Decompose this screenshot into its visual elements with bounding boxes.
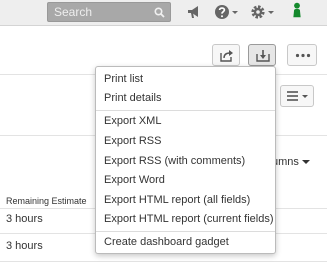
help-icon[interactable] bbox=[214, 3, 240, 21]
table-cell: 3 hours bbox=[6, 240, 43, 252]
help-menu[interactable] bbox=[214, 3, 240, 21]
search-input[interactable] bbox=[54, 5, 149, 19]
chevron-down-icon bbox=[301, 160, 310, 164]
column-header-remaining-estimate[interactable]: Remaining Estimate bbox=[6, 196, 87, 206]
megaphone-icon[interactable] bbox=[186, 4, 202, 20]
menu-item-export-html-current[interactable]: Export HTML report (current fields) bbox=[96, 210, 275, 228]
menu-item-print-details[interactable]: Print details bbox=[96, 89, 275, 107]
export-icon bbox=[256, 50, 270, 62]
menu-item-export-rss-comments[interactable]: Export RSS (with comments) bbox=[96, 152, 275, 170]
menu-separator bbox=[96, 110, 275, 111]
menu-item-export-word[interactable]: Export Word bbox=[96, 171, 275, 189]
menu-item-export-html-all[interactable]: Export HTML report (all fields) bbox=[96, 191, 275, 209]
share-button[interactable] bbox=[212, 44, 240, 66]
menu-separator bbox=[96, 231, 275, 232]
more-actions-button[interactable] bbox=[287, 44, 317, 66]
list-view-button[interactable] bbox=[280, 85, 314, 107]
menu-item-create-dashboard-gadget[interactable]: Create dashboard gadget bbox=[96, 233, 275, 251]
divider bbox=[0, 261, 327, 262]
menu-item-export-xml[interactable]: Export XML bbox=[96, 112, 275, 130]
search-icon[interactable] bbox=[154, 7, 165, 18]
menu-item-export-rss[interactable]: Export RSS bbox=[96, 132, 275, 150]
more-icon bbox=[295, 53, 311, 58]
search-box[interactable] bbox=[47, 2, 171, 22]
columns-dropdown[interactable]: umns bbox=[272, 156, 310, 168]
list-view-icon bbox=[287, 91, 308, 101]
table-cell: 3 hours bbox=[6, 213, 43, 225]
top-header-bar bbox=[0, 0, 327, 26]
user-avatar-icon[interactable] bbox=[289, 2, 305, 18]
settings-menu[interactable] bbox=[250, 3, 276, 21]
gear-icon[interactable] bbox=[250, 3, 276, 21]
share-icon bbox=[220, 50, 233, 62]
export-button[interactable] bbox=[248, 44, 276, 66]
export-dropdown-menu: Print list Print details Export XML Expo… bbox=[95, 66, 276, 254]
menu-item-print-list[interactable]: Print list bbox=[96, 70, 275, 88]
columns-label: umns bbox=[272, 156, 299, 168]
